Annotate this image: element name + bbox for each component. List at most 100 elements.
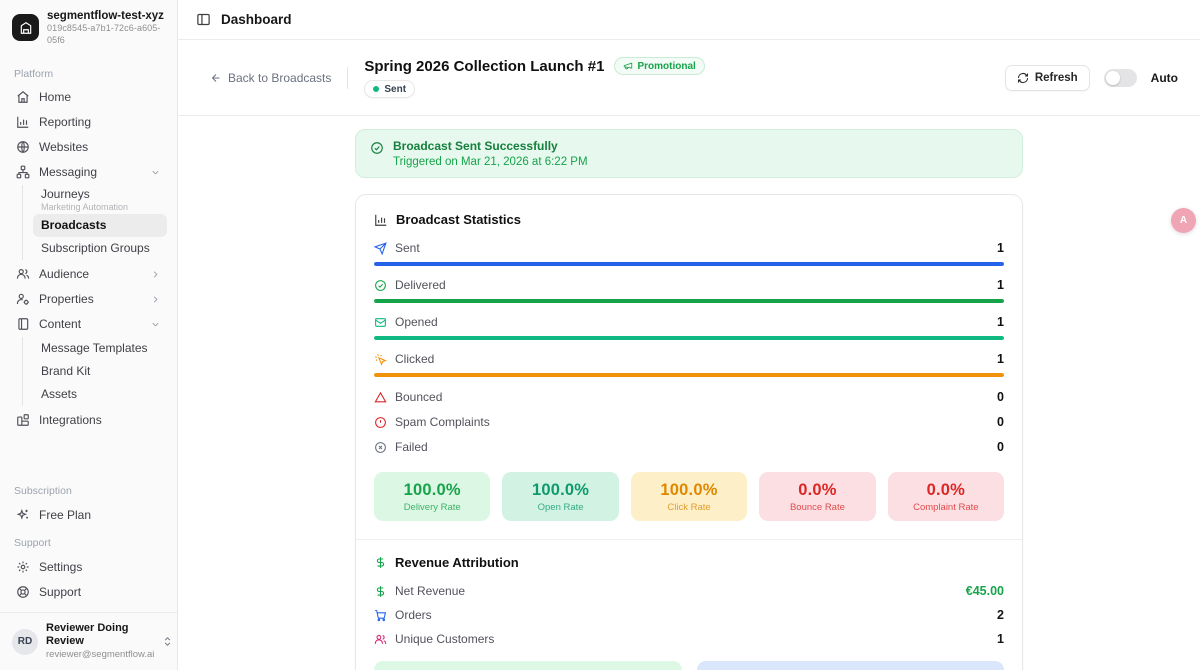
auto-refresh-toggle[interactable] (1104, 69, 1137, 87)
stat-label: Failed (395, 440, 428, 454)
rate-value: 0.0% (798, 481, 836, 500)
content-subgroup: Message Templates Brand Kit Assets (22, 337, 167, 406)
chart-icon (374, 213, 388, 227)
sidebar-item-subscription-groups[interactable]: Subscription Groups (33, 237, 167, 260)
sidebar-item-label: Home (39, 90, 71, 104)
rate-label: Bounce Rate (790, 502, 845, 513)
alert-circle-icon (374, 416, 387, 429)
stat-label: Clicked (395, 352, 434, 366)
stat-row-delivered: Delivered 1 (374, 275, 1004, 295)
statistics-title: Broadcast Statistics (396, 212, 521, 227)
workspace-id: 019c8545-a7b1-72c6-a605-05f6 (47, 23, 165, 46)
back-to-broadcasts-link[interactable]: Back to Broadcasts (210, 71, 331, 85)
bounce-rate-card: 0.0% Bounce Rate (759, 472, 875, 521)
statistics-section-header: Broadcast Statistics (374, 212, 1004, 227)
sidebar-nav: Platform Home Reporting Websites Messagi… (0, 54, 177, 670)
network-icon (16, 165, 30, 179)
sidebar-item-label: Reporting (39, 115, 91, 129)
arrow-left-icon (210, 72, 222, 84)
sidebar-item-message-templates[interactable]: Message Templates (33, 337, 167, 360)
sidebar-item-reporting[interactable]: Reporting (10, 110, 167, 135)
stat-label: Spam Complaints (395, 415, 490, 429)
user-avatar: RD (12, 629, 38, 655)
home-icon (16, 90, 30, 104)
sidebar-item-journeys[interactable]: Journeys Marketing Automation (33, 185, 167, 214)
user-name: Reviewer Doing Review (46, 622, 154, 648)
sidebar-item-label: Audience (39, 267, 89, 281)
refresh-button-label: Refresh (1035, 72, 1078, 84)
pointer-click-icon (374, 353, 387, 366)
refresh-button[interactable]: Refresh (1005, 65, 1090, 91)
stat-row-spam-complaints: Spam Complaints 0 (374, 411, 1004, 433)
chevron-right-icon (150, 294, 161, 305)
dollar-icon (374, 556, 387, 569)
status-label: Sent (384, 84, 406, 95)
stat-label: Opened (395, 315, 438, 329)
sidebar-item-settings[interactable]: Settings (10, 554, 167, 579)
sidebar-item-free-plan[interactable]: Free Plan (10, 502, 167, 527)
translate-floating-button[interactable]: A (1171, 208, 1196, 233)
stat-row-bounced: Bounced 0 (374, 386, 1004, 408)
sidebar-item-label: Properties (39, 292, 94, 306)
refresh-icon (1017, 72, 1029, 84)
revenue-row-unique-customers: Unique Customers 1 (374, 629, 1004, 649)
sidebar-item-brand-kit[interactable]: Brand Kit (33, 360, 167, 383)
sidebar-item-home[interactable]: Home (10, 85, 167, 110)
stat-value: 0 (997, 415, 1004, 429)
stat-row-clicked: Clicked 1 (374, 349, 1004, 369)
stat-label: Bounced (395, 390, 442, 404)
chevrons-up-down-icon (162, 636, 173, 647)
user-email: reviewer@segmentflow.ai (46, 649, 154, 661)
broadcast-statistics-card: Broadcast Statistics Sent 1 Delivered 1 (355, 194, 1023, 670)
rate-cards: 100.0% Delivery Rate 100.0% Open Rate 10… (374, 472, 1004, 521)
stat-row-opened: Opened 1 (374, 312, 1004, 332)
revenue-cards: 100.0% Conversion Rate $45.00 Revenue / … (374, 661, 1004, 670)
dollar-icon (374, 585, 387, 598)
gear-icon (16, 560, 30, 574)
user-menu[interactable]: RD Reviewer Doing Review reviewer@segmen… (0, 612, 177, 670)
app-window: segmentflow-test-xyz 019c8545-a7b1-72c6-… (0, 0, 1200, 670)
content-scroll-area[interactable]: Broadcast Sent Successfully Triggered on… (178, 116, 1200, 670)
stat-value: 1 (997, 352, 1004, 366)
progress-bar (374, 373, 1004, 377)
revenue-label: Unique Customers (395, 632, 494, 646)
support-section-label: Support (10, 527, 167, 554)
messaging-subgroup: Journeys Marketing Automation Broadcasts… (22, 185, 167, 260)
stat-value: 1 (997, 315, 1004, 329)
chevron-right-icon (150, 269, 161, 280)
users-icon (374, 633, 387, 646)
stat-value: 0 (997, 390, 1004, 404)
workspace-switcher[interactable]: segmentflow-test-xyz 019c8545-a7b1-72c6-… (0, 0, 177, 54)
status-badge: Sent (364, 80, 415, 98)
sidebar-item-assets[interactable]: Assets (33, 383, 167, 406)
workspace-logo-icon (12, 14, 39, 41)
success-banner: Broadcast Sent Successfully Triggered on… (355, 129, 1023, 178)
progress-bar (374, 262, 1004, 266)
stat-value: 0 (997, 440, 1004, 454)
stat-label: Sent (395, 241, 420, 255)
panel-left-icon[interactable] (196, 12, 211, 27)
sidebar-item-websites[interactable]: Websites (10, 135, 167, 160)
stat-value: 1 (997, 278, 1004, 292)
sparkles-icon (16, 508, 30, 522)
auto-toggle-label: Auto (1151, 71, 1178, 85)
sidebar-item-label: Integrations (39, 413, 102, 427)
sidebar-item-integrations[interactable]: Integrations (10, 408, 167, 433)
sidebar-item-audience[interactable]: Audience (10, 262, 167, 287)
topbar: Dashboard (178, 0, 1200, 40)
revenue-per-recipient-card: $45.00 Revenue / Recipient (697, 661, 1005, 670)
divider (347, 67, 348, 89)
sidebar-item-content[interactable]: Content (10, 312, 167, 337)
alert-triangle-icon (374, 391, 387, 404)
x-circle-icon (374, 441, 387, 454)
shopping-cart-icon (374, 609, 387, 622)
sidebar-item-support[interactable]: Support (10, 579, 167, 604)
revenue-value: 2 (997, 608, 1004, 622)
journeys-subtitle: Marketing Automation (41, 202, 159, 212)
sidebar-item-messaging[interactable]: Messaging (10, 160, 167, 185)
sidebar-item-broadcasts[interactable]: Broadcasts (33, 214, 167, 237)
revenue-row-orders: Orders 2 (374, 605, 1004, 625)
chevron-down-icon (150, 167, 161, 178)
sidebar-item-properties[interactable]: Properties (10, 287, 167, 312)
rate-label: Open Rate (538, 502, 584, 513)
